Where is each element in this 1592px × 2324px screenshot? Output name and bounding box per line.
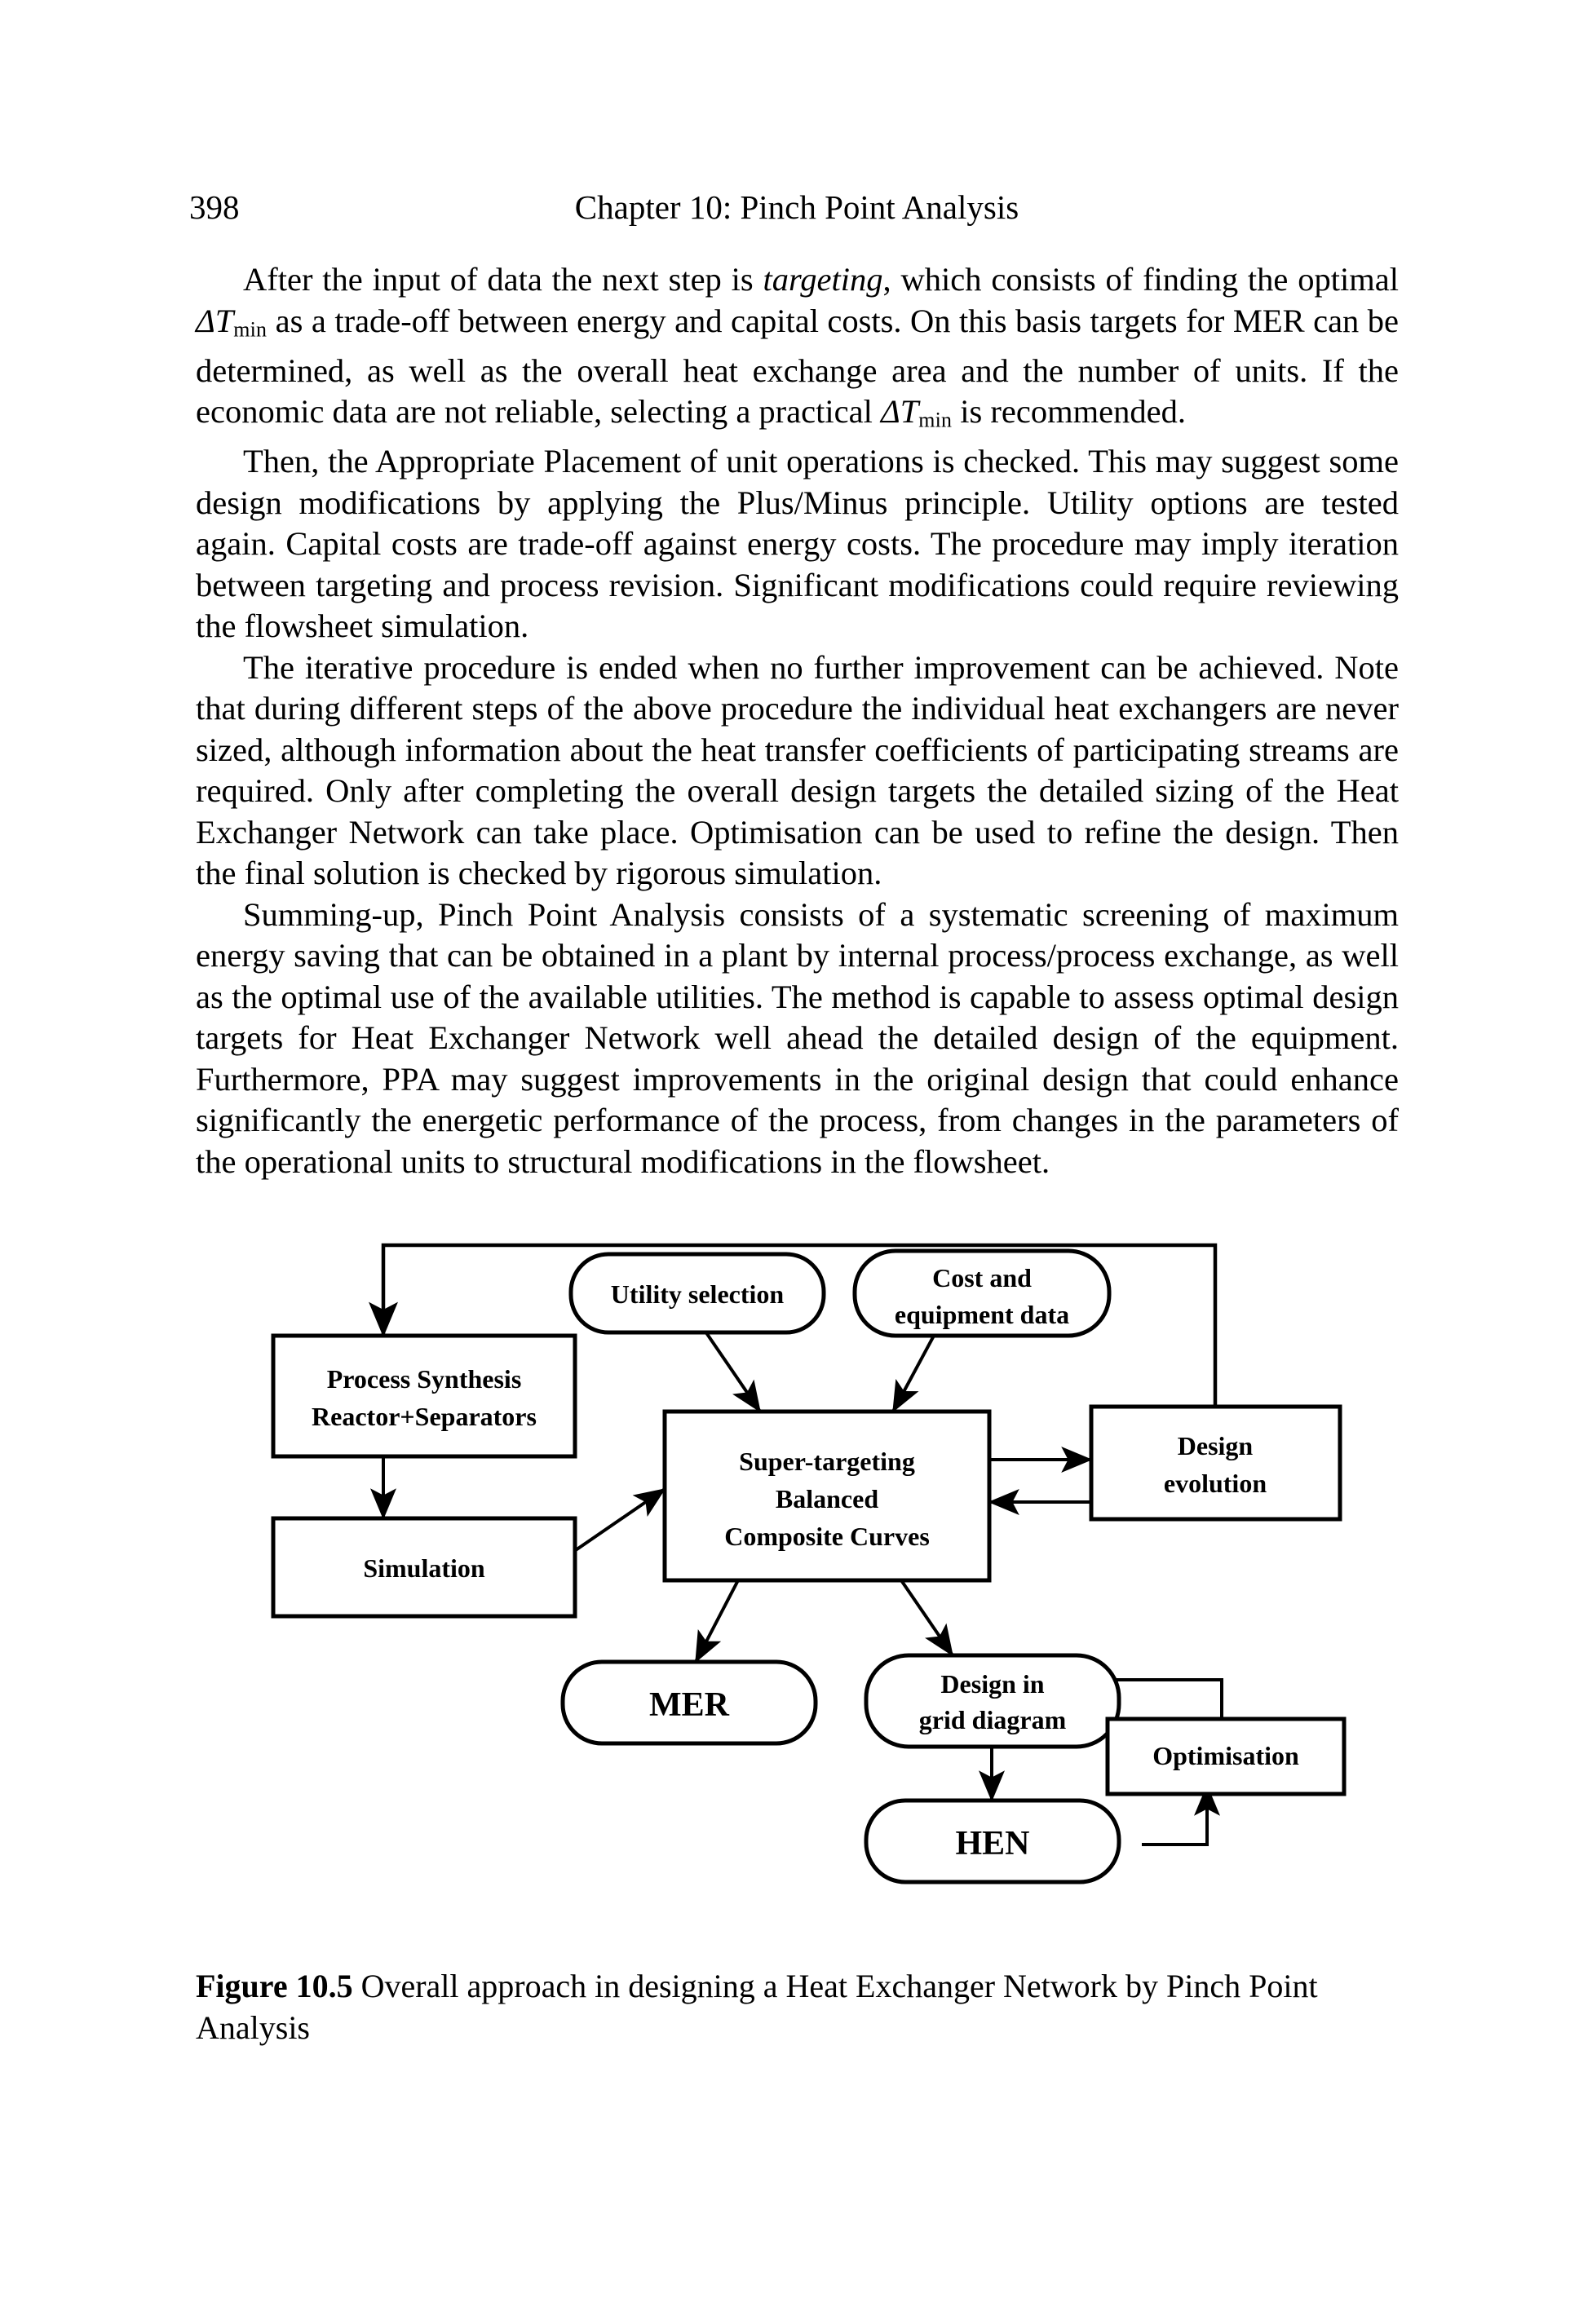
edge-supertargeting-to-mer — [694, 1580, 740, 1663]
paragraph-1: After the input of data the next step is… — [196, 259, 1399, 441]
p1-symbol-dtmin-2: ΔT — [880, 393, 919, 431]
p1-italic-targeting: targeting — [763, 261, 883, 298]
p1-subscript-min-1: min — [233, 317, 268, 342]
edge-utility-to-supertargeting — [704, 1330, 762, 1413]
node-process-synthesis-line2: Reactor+Separators — [312, 1402, 537, 1431]
paragraph-2: Then, the Appropriate Placement of unit … — [196, 443, 1399, 645]
node-hen-label: HEN — [955, 1825, 1029, 1862]
paragraph-3: The iterative procedure is ended when no… — [196, 648, 1399, 892]
node-cost-equipment-data: Cost and equipment data — [852, 1248, 1112, 1338]
figure-caption-text: Overall approach in designing a Heat Exc… — [196, 1968, 1318, 2046]
p1-subscript-min-2: min — [918, 408, 953, 432]
node-design-evolution-line1: Design — [1178, 1431, 1254, 1460]
p1-symbol-dtmin-1: ΔT — [196, 302, 234, 339]
node-process-synthesis: Process Synthesis Reactor+Separators — [271, 1333, 577, 1459]
document-page: 398 Chapter 10: Pinch Point Analysis Aft… — [0, 0, 1592, 2324]
edge-simulation-to-supertargeting — [569, 1487, 666, 1555]
node-optimisation: Optimisation — [1105, 1716, 1347, 1796]
node-mer-label: MER — [649, 1686, 730, 1724]
node-design-evolution: Design evolution — [1089, 1404, 1342, 1522]
node-supertargeting-line3: Composite Curves — [724, 1522, 930, 1551]
node-cost-line1: Cost and — [932, 1263, 1032, 1292]
p1-seg-c: as a trade-off between energy and capita… — [196, 302, 1399, 431]
node-mer: MER — [560, 1659, 818, 1746]
body-text: After the input of data the next step is… — [196, 259, 1399, 1182]
node-simulation-label: Simulation — [363, 1553, 485, 1583]
node-supertargeting-line2: Balanced — [776, 1484, 878, 1513]
figure-caption: Figure 10.5 Overall approach in designin… — [196, 1965, 1411, 2048]
edge-supertargeting-to-grid — [900, 1579, 954, 1657]
paragraph-4: Summing-up, Pinch Point Analysis consist… — [196, 895, 1399, 1180]
node-grid-line1: Design in — [940, 1669, 1044, 1699]
p1-seg-d: is recommended. — [952, 393, 1186, 431]
node-design-grid-diagram: Design in grid diagram — [864, 1653, 1121, 1749]
node-supertargeting-line1: Super-targeting — [739, 1447, 915, 1476]
node-utility-selection: Utility selection — [568, 1252, 826, 1335]
running-head: 398 Chapter 10: Pinch Point Analysis — [189, 186, 1404, 228]
node-grid-line2: grid diagram — [919, 1705, 1067, 1734]
node-simulation: Simulation — [271, 1516, 577, 1619]
figure-caption-label: Figure 10.5 — [196, 1968, 353, 2004]
node-design-evolution-line2: evolution — [1164, 1469, 1267, 1498]
node-process-synthesis-line1: Process Synthesis — [327, 1364, 522, 1394]
node-optimisation-label: Optimisation — [1152, 1741, 1299, 1770]
node-hen: HEN — [864, 1798, 1121, 1884]
figure-10-5: Process Synthesis Reactor+Separators Sim… — [0, 1215, 1592, 1892]
node-utility-selection-label: Utility selection — [611, 1279, 785, 1309]
p1-seg-a: After the input of data the next step is — [243, 261, 763, 298]
p1-seg-b: , which consists of finding the optimal — [882, 261, 1399, 298]
node-cost-line2: equipment data — [895, 1300, 1069, 1329]
node-supertargeting: Super-targeting Balanced Composite Curve… — [662, 1409, 992, 1583]
edge-cost-to-supertargeting — [891, 1335, 935, 1413]
chapter-title: Chapter 10: Pinch Point Analysis — [574, 188, 1019, 226]
